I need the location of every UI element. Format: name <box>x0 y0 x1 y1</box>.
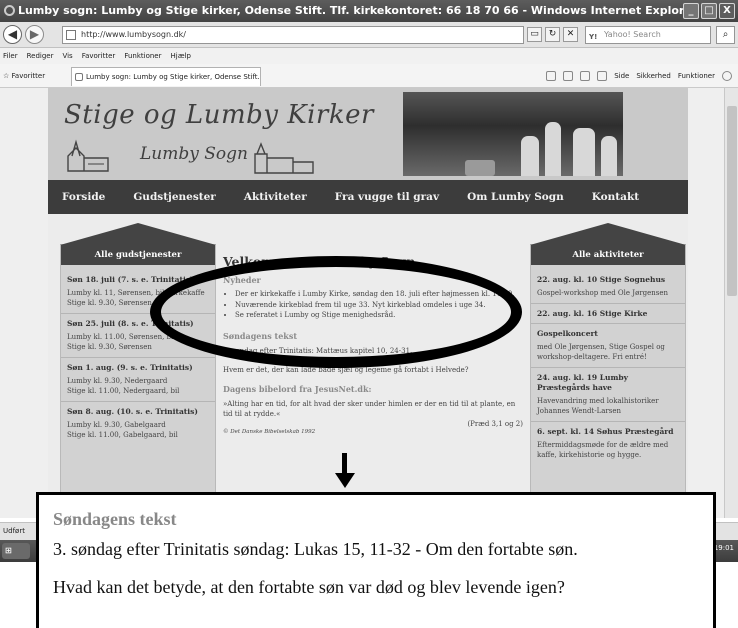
header-photo <box>403 92 623 176</box>
vertical-scrollbar[interactable] <box>724 88 738 518</box>
search-icon[interactable]: ⌕ <box>716 26 735 44</box>
window-controls: _ □ X <box>683 3 735 19</box>
start-button[interactable]: ⊞ <box>2 543 30 559</box>
service-date: Søn 1. aug. (9. s. e. Trinitatis) <box>67 363 193 372</box>
safety-menu[interactable]: Sikkerhed <box>636 70 671 82</box>
event-text[interactable]: Eftermiddagsmøde for de ældre med kaffe,… <box>537 440 679 460</box>
bible-reference: (Præd 3,1 og 2) <box>467 419 523 428</box>
refresh-icon[interactable]: ↻ <box>545 27 560 42</box>
print-icon[interactable] <box>597 71 608 81</box>
nav-forside[interactable]: Forside <box>62 191 105 203</box>
event-title: 24. aug. kl. 19 Lumby Præstegårds have <box>537 373 629 392</box>
sidebar-roof <box>60 223 216 245</box>
nav-aktiviteter[interactable]: Aktiviteter <box>244 191 307 203</box>
menu-favorites[interactable]: Favoritter <box>82 48 116 64</box>
event-text[interactable]: Gospel-workshop med Ole Jørgensen <box>537 288 679 298</box>
back-button[interactable]: ◀ <box>3 25 22 44</box>
service-details: Lumby kl. 9.30, Gabelgaard Stige kl. 11.… <box>67 421 178 439</box>
event-text[interactable]: Havevandring med lokalhistoriker Johanne… <box>537 396 679 416</box>
main-navigation: Forside Gudstjenester Aktiviteter Fra vu… <box>48 180 688 214</box>
activities-heading[interactable]: Alle aktiviteter <box>531 245 685 265</box>
status-text: Udført <box>3 527 25 535</box>
arrow-down-icon <box>335 453 355 488</box>
star-icon: ☆ <box>3 72 10 80</box>
clock: 19:01 <box>713 544 734 552</box>
menu-edit[interactable]: Rediger <box>27 48 54 64</box>
stop-icon[interactable]: ✕ <box>563 27 578 42</box>
feeds-icon[interactable] <box>563 71 574 81</box>
menu-tools[interactable]: Funktioner <box>124 48 161 64</box>
tab-favicon-icon <box>75 73 83 81</box>
nav-kontakt[interactable]: Kontakt <box>592 191 639 203</box>
site-title[interactable]: Stige og Lumby Kirker <box>64 100 374 130</box>
callout-line-1: 3. søndag efter Trinitatis søndag: Lukas… <box>53 539 578 559</box>
home-icon[interactable] <box>546 71 557 81</box>
event-title: 22. aug. kl. 10 Stige Sognehus <box>537 275 666 284</box>
sidebar-roof <box>530 223 686 245</box>
browser-tab[interactable]: Lumby sogn: Lumby og Stige kirker, Odens… <box>71 67 261 86</box>
address-text: http://www.lumbysogn.dk/ <box>81 30 187 39</box>
callout-heading: Søndagens tekst <box>53 509 177 529</box>
site-subtitle: Lumby Sogn <box>140 144 248 164</box>
nav-gudstjenester[interactable]: Gudstjenester <box>133 191 215 203</box>
search-placeholder: Yahoo! Search <box>604 30 661 39</box>
window-titlebar: Lumby sogn: Lumby og Stige kirker, Odens… <box>0 0 738 22</box>
tab-title: Lumby sogn: Lumby og Stige kirker, Odens… <box>86 73 260 81</box>
address-toolbar: ◀ ▶ http://www.lumbysogn.dk/ ▭ ↻ ✕ Y! Ya… <box>0 22 738 48</box>
search-input[interactable]: Y! Yahoo! Search <box>585 26 711 44</box>
menu-bar: Filer Rediger Vis Favoritter Funktioner … <box>0 48 738 64</box>
menu-file[interactable]: Filer <box>3 48 18 64</box>
compatibility-icon[interactable]: ▭ <box>527 27 542 42</box>
tools-menu[interactable]: Funktioner <box>678 70 715 82</box>
bible-credit: © Det Danske Bibelselskab 1992 <box>223 428 316 435</box>
mail-icon[interactable] <box>580 71 591 81</box>
service-date: Søn 8. aug. (10. s. e. Trinitatis) <box>67 407 198 416</box>
nav-fra-vugge-til-grav[interactable]: Fra vugge til grav <box>335 191 439 203</box>
window-title: Lumby sogn: Lumby og Stige kirker, Odens… <box>18 4 698 17</box>
menu-help[interactable]: Hjælp <box>170 48 190 64</box>
zoom-callout: Søndagens tekst 3. søndag efter Trinitat… <box>36 492 716 628</box>
address-input[interactable]: http://www.lumbysogn.dk/ <box>62 26 524 44</box>
maximize-button[interactable]: □ <box>701 3 717 19</box>
forward-button[interactable]: ▶ <box>25 25 44 44</box>
menu-view[interactable]: Vis <box>62 48 72 64</box>
scrollbar-thumb[interactable] <box>727 106 737 296</box>
minimize-button[interactable]: _ <box>683 3 699 19</box>
favorites-button[interactable]: ☆ Favoritter <box>3 70 45 82</box>
site-header: Stige og Lumby Kirker Lumby Sogn <box>48 88 688 180</box>
event-title: 6. sept. kl. 14 Søhus Præstegård <box>537 427 674 436</box>
bible-heading[interactable]: Dagens bibelord fra JesusNet.dk: <box>223 384 523 394</box>
event-title: Gospelkoncert <box>537 329 598 338</box>
page-menu[interactable]: Side <box>614 70 629 82</box>
page-icon <box>66 30 76 40</box>
callout-line-2: Hvad kan det betyde, at den fortabte søn… <box>53 577 565 597</box>
command-bar: Side Sikkerhed Funktioner <box>546 70 732 82</box>
event-title: 22. aug. kl. 16 Stige Kirke <box>537 309 648 318</box>
help-icon[interactable] <box>722 71 732 81</box>
favorites-label: Favoritter <box>11 72 46 80</box>
nav-om-lumby-sogn[interactable]: Om Lumby Sogn <box>467 191 564 203</box>
favorites-bar: ☆ Favoritter Lumby sogn: Lumby og Stige … <box>0 64 738 88</box>
services-heading[interactable]: Alle gudstjenester <box>61 245 215 265</box>
close-button[interactable]: X <box>719 3 735 19</box>
ie-icon <box>4 5 15 16</box>
church-icon <box>67 139 109 172</box>
service-details: Lumby kl. 9.30, Nedergaard Stige kl. 11.… <box>67 377 180 395</box>
bible-verse: »Alting har en tid, for alt hvad der ske… <box>223 399 516 418</box>
activities-sidebar: Alle aktiviteter 22. aug. kl. 10 Stige S… <box>530 223 686 518</box>
church-icon <box>254 142 314 174</box>
highlight-ellipse <box>150 256 522 368</box>
event-text: med Ole Jørgensen, Stige Gospel og works… <box>537 343 665 361</box>
yahoo-icon: Y! <box>589 33 598 41</box>
